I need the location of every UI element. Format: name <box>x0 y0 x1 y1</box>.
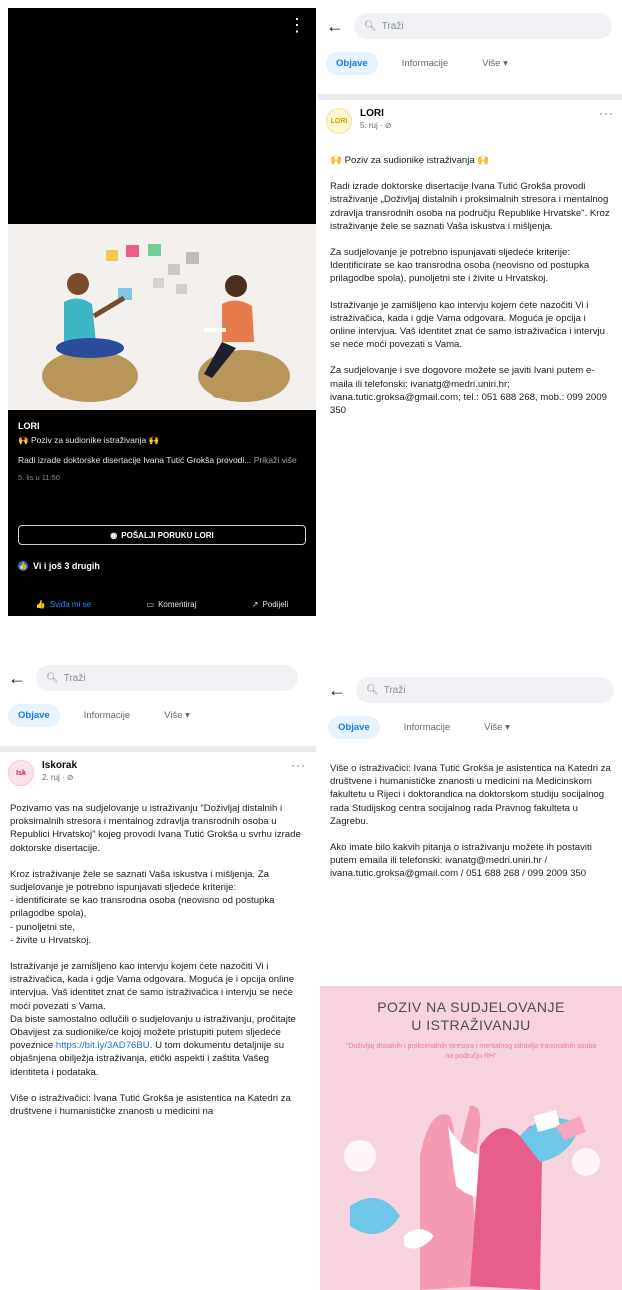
post-body: Pozivamo vas na sudjelovanje u istraživa… <box>10 802 310 1131</box>
post-header: Isk Iskorak 2. ruj · ⊘ <box>8 760 77 786</box>
top-bar: ← 🔍︎ Traži <box>0 660 316 696</box>
more-vertical-icon[interactable]: ⋮ <box>288 16 306 34</box>
comment-label: Komentiraj <box>158 599 197 609</box>
post-author[interactable]: Iskorak <box>42 760 77 771</box>
section-divider <box>0 746 316 752</box>
post-header: LORI LORI 5. ruj · ⊘ <box>326 108 392 134</box>
post-paragraph-with-link: Istraživanje je zamišljeno kao intervju … <box>10 960 310 1079</box>
tab-posts[interactable]: Objave <box>8 704 60 727</box>
post-body: 🙌 Poziv za sudionike istraživanja 🙌 Radi… <box>330 154 614 430</box>
caption-body: Radi izrade doktorske disertacije Ivana … <box>18 454 308 466</box>
media-viewer: ⋮ LORI 🙌 Poziv za sudionike istraživanja… <box>8 8 316 616</box>
back-arrow-icon[interactable]: ← <box>8 668 26 689</box>
more-options-icon[interactable]: ··· <box>599 106 614 120</box>
top-bar: ← 🔍︎ Traži <box>320 672 622 708</box>
post-paragraph: Istraživanje je zamišljeno kao intervju … <box>330 299 605 351</box>
page-name[interactable]: LORI <box>18 420 308 432</box>
post-meta: 2. ruj · ⊘ <box>42 773 74 782</box>
post-paragraph: Kroz istraživanje žele se saznati Vaša i… <box>10 868 275 946</box>
post-paragraph: Za sudjelovanje i sve dogovore možete se… <box>330 365 607 417</box>
search-input[interactable]: 🔍︎ Traži <box>354 13 612 39</box>
post-caption: LORI 🙌 Poziv za sudionike istraživanja 🙌… <box>18 420 308 484</box>
more-options-icon[interactable]: ··· <box>291 758 306 772</box>
document-link[interactable]: https://bit.ly/3AD76BU <box>56 1040 150 1051</box>
like-button[interactable]: 👍 Sviđa mi se <box>36 600 91 609</box>
post-author[interactable]: LORI <box>360 108 392 119</box>
page-tabs: Objave Informacije Više ▾ <box>8 704 200 727</box>
search-input[interactable]: 🔍︎ Traži <box>36 665 298 691</box>
tab-info[interactable]: Informacije <box>392 52 458 75</box>
post-paragraph: Više o istraživačici: Ivana Tutić Grokša… <box>10 1092 291 1118</box>
search-placeholder: Traži <box>63 672 86 684</box>
search-icon: 🔍︎ <box>46 672 59 684</box>
post-poster-image[interactable]: POZIV NA SUDJELOVANJE U ISTRAŽIVANJU "Do… <box>320 986 622 1290</box>
share-button[interactable]: ↗ Podijeli <box>252 600 289 609</box>
post-paragraph: Istraživanje je zamišljeno kao intervju … <box>10 961 296 1052</box>
post-paragraph: Pozivamo vas na sudjelovanje u istraživa… <box>10 803 301 854</box>
page-tabs: Objave Informacije Više ▾ <box>328 716 520 739</box>
reactions-text: Vi i još 3 drugih <box>33 561 100 571</box>
post-timestamp: 5. lis u 11:50 <box>18 473 60 482</box>
tab-more[interactable]: Više ▾ <box>154 704 200 727</box>
tab-info[interactable]: Informacije <box>74 704 140 727</box>
section-divider <box>318 94 622 100</box>
comment-button[interactable]: ▭ Komentiraj <box>147 600 197 609</box>
send-message-button[interactable]: ◉ POŠALJI PORUKU LORI <box>18 525 306 545</box>
post-actions: 👍 Sviđa mi se ▭ Komentiraj ↗ Podijeli <box>8 592 316 616</box>
poster-hands-art <box>344 1105 600 1290</box>
caption-text: Radi izrade doktorske disertacije Ivana … <box>18 455 252 465</box>
search-input[interactable]: 🔍︎ Traži <box>356 677 614 703</box>
post-paragraph: Radi izrade doktorske disertacije Ivana … <box>330 181 610 232</box>
top-bar: ← 🔍︎ Traži <box>318 8 622 44</box>
reactions-summary[interactable]: 👍 Vi i još 3 drugih <box>18 561 100 571</box>
comment-icon: ▭ <box>146 599 155 609</box>
search-placeholder: Traži <box>383 684 406 696</box>
tab-info[interactable]: Informacije <box>394 716 460 739</box>
search-icon: 🔍︎ <box>364 20 377 32</box>
messenger-icon: ◉ <box>110 530 118 540</box>
like-label: Sviđa mi se <box>49 599 92 609</box>
post-illustration <box>8 224 316 410</box>
avatar[interactable]: LORI <box>326 108 352 134</box>
illustration-art <box>42 244 290 402</box>
post-paragraph: Za sudjelovanje je potrebno ispunjavati … <box>330 247 590 285</box>
post-paragraph: Više o istraživačici: Ivana Tutić Grokša… <box>330 763 611 827</box>
page-posts-iskorak: ← 🔍︎ Traži Objave Informacije Više ▾ Isk… <box>0 660 316 1290</box>
tab-more[interactable]: Više ▾ <box>472 52 518 75</box>
search-icon: 🔍︎ <box>366 684 379 696</box>
back-arrow-icon[interactable]: ← <box>326 16 344 37</box>
thumbs-up-icon: 👍 <box>35 599 46 609</box>
page-posts-lori: ← 🔍︎ Traži Objave Informacije Više ▾ LOR… <box>318 8 622 616</box>
tab-more[interactable]: Više ▾ <box>474 716 520 739</box>
search-placeholder: Traži <box>381 20 404 32</box>
post-paragraph: Ako imate bilo kakvih pitanja o istraživ… <box>330 842 592 880</box>
share-label: Podijeli <box>262 599 289 609</box>
see-more-link[interactable]: Prikaži više <box>254 455 297 465</box>
back-arrow-icon[interactable]: ← <box>328 680 346 701</box>
tab-posts[interactable]: Objave <box>328 716 380 739</box>
post-meta: 5. ruj · ⊘ <box>360 121 392 130</box>
tab-posts[interactable]: Objave <box>326 52 378 75</box>
page-post-continued: ← 🔍︎ Traži Objave Informacije Više ▾ Viš… <box>320 672 622 1290</box>
page-tabs: Objave Informacije Više ▾ <box>326 52 518 75</box>
post-title: 🙌 Poziv za sudionike istraživanja 🙌 <box>330 155 490 166</box>
share-icon: ↗ <box>251 599 259 609</box>
post-body: Više o istraživačici: Ivana Tutić Grokša… <box>330 762 616 894</box>
send-message-label: POŠALJI PORUKU LORI <box>121 530 214 540</box>
like-reaction-icon: 👍 <box>18 561 28 571</box>
caption-title: 🙌 Poziv za sudionike istraživanja 🙌 <box>18 435 160 445</box>
avatar[interactable]: Isk <box>8 760 34 786</box>
